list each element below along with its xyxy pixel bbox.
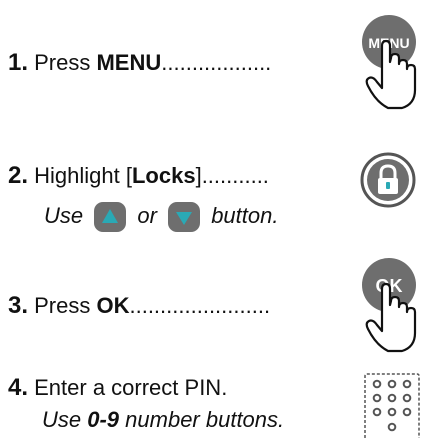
step-4: 4. Enter a correct PIN.: [8, 375, 227, 401]
step-number: 3.: [8, 292, 29, 319]
step-4-sub: Use 0-9 number buttons.: [42, 407, 284, 433]
step-text: Enter a correct PIN.: [28, 375, 228, 400]
ok-hand-icon: OK: [362, 258, 417, 353]
step-keyword: MENU: [96, 50, 162, 75]
number-buttons-text: number buttons.: [119, 407, 285, 432]
step-dots: ...........: [201, 163, 269, 188]
use-text: Use: [44, 202, 84, 228]
digits-text: 0-9: [87, 407, 120, 432]
down-button-icon: [168, 202, 201, 232]
step-text: Press: [28, 293, 97, 318]
step-keyword: Locks: [131, 163, 196, 188]
step-number: 1.: [8, 49, 29, 76]
keypad-icon: [364, 373, 420, 438]
step-text: Press: [28, 50, 97, 75]
button-text: button.: [211, 202, 279, 228]
step-number: 4.: [8, 374, 29, 401]
up-button-icon: [94, 202, 127, 232]
step-number: 2.: [8, 162, 29, 189]
menu-hand-icon: MENU: [362, 15, 417, 110]
step-dots: ..................: [161, 50, 272, 75]
step-2-sub: Use or button.: [44, 200, 278, 234]
or-text: or: [137, 202, 157, 228]
step-3: 3. Press OK.......................: [8, 293, 270, 319]
lock-icon: [360, 152, 416, 208]
step-1: 1. Press MENU..................: [8, 50, 271, 76]
step-dots: .......................: [129, 293, 271, 318]
use-text: Use: [42, 407, 88, 432]
step-keyword: OK: [96, 293, 130, 318]
step-2: 2. Highlight [Locks]...........: [8, 163, 269, 189]
step-text: Highlight [: [28, 163, 132, 188]
